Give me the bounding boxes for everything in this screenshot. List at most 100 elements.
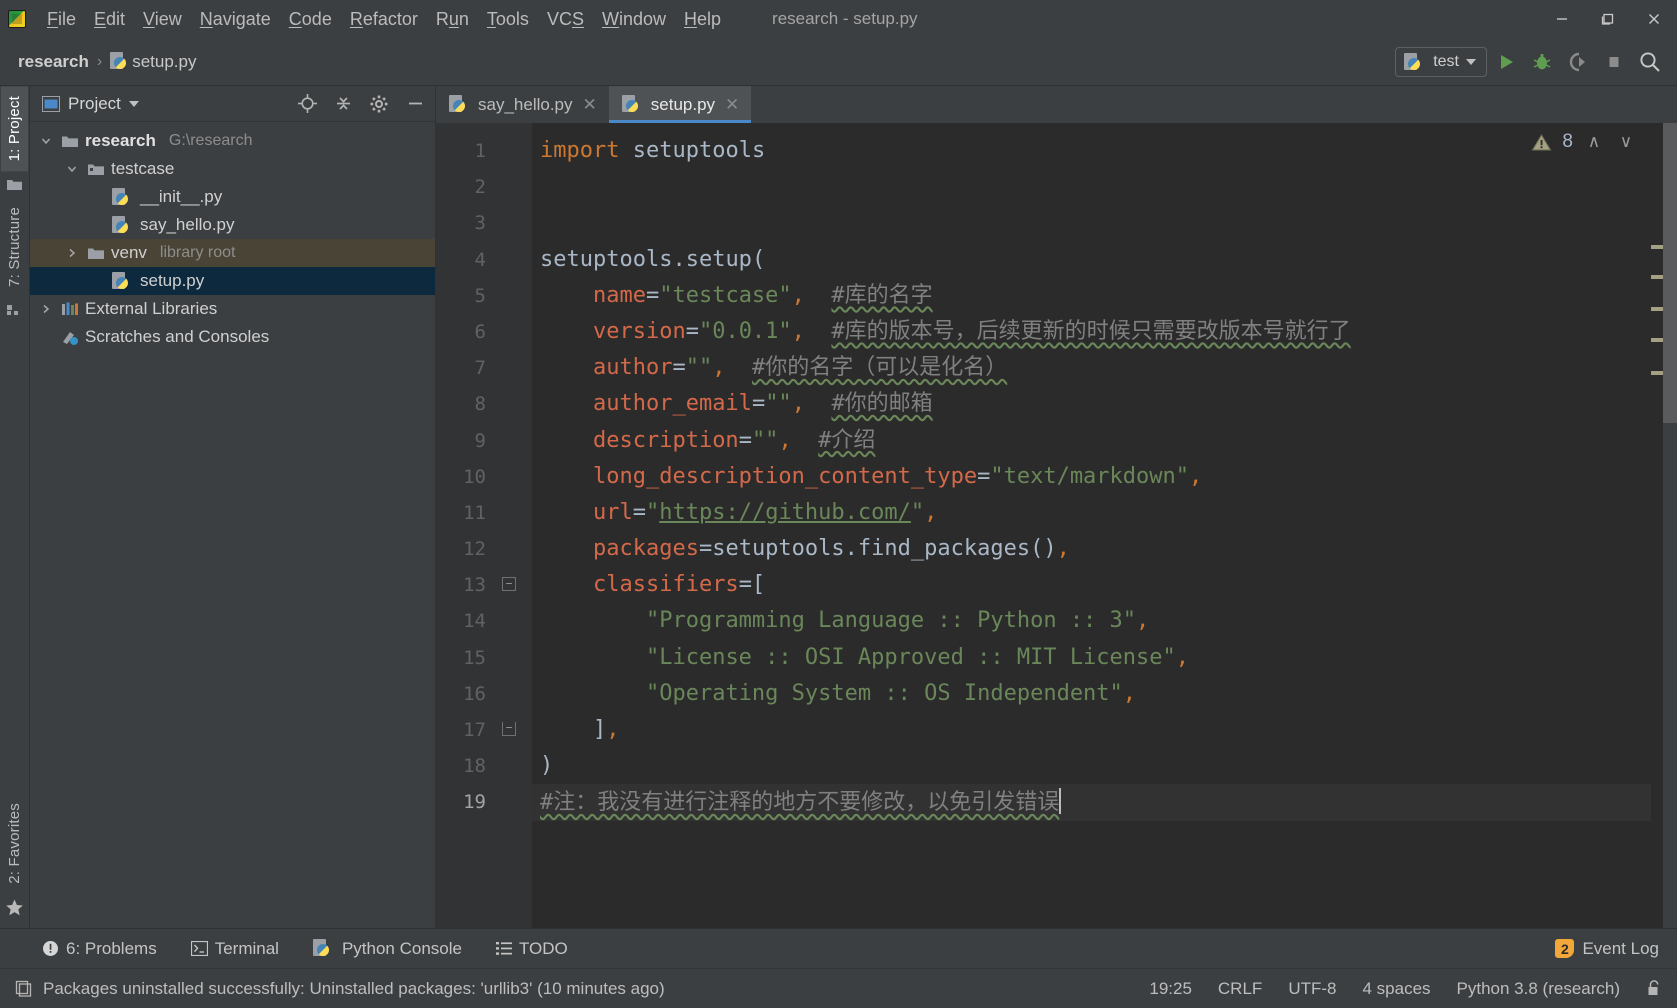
code-line[interactable]: url="https://github.com/",	[532, 495, 1651, 531]
line-number[interactable]: 13−	[436, 567, 532, 603]
line-number[interactable]: 11	[436, 495, 532, 531]
menu-item-vcs[interactable]: VCS	[538, 6, 593, 33]
python-interpreter[interactable]: Python 3.8 (research)	[1457, 979, 1620, 999]
tree-item-venv[interactable]: venv library root	[30, 239, 435, 267]
code-fold-icon[interactable]: −	[502, 577, 516, 592]
chevron-right-icon[interactable]	[38, 301, 54, 317]
chevron-down-icon[interactable]	[128, 100, 139, 107]
menu-item-window[interactable]: Window	[593, 6, 675, 33]
line-number[interactable]: 7	[436, 350, 532, 386]
code-line[interactable]	[532, 205, 1651, 241]
code-content[interactable]: import setuptools setuptools.setup( name…	[532, 123, 1651, 928]
tool-window-python-console[interactable]: Python Console	[309, 937, 466, 961]
line-number[interactable]: 5	[436, 278, 532, 314]
tree-item-init-py[interactable]: __init__.py	[30, 183, 435, 211]
tool-window-problems[interactable]: 6: Problems	[38, 937, 161, 961]
code-line[interactable]: "License :: OSI Approved :: MIT License"…	[532, 640, 1651, 676]
code-line[interactable]: import setuptools	[532, 133, 1651, 169]
folder-icon[interactable]	[0, 171, 30, 197]
next-problem-icon[interactable]: ∨	[1615, 132, 1637, 152]
close-icon[interactable]: ✕	[583, 95, 597, 115]
code-line[interactable]: long_description_content_type="text/mark…	[532, 459, 1651, 495]
code-line[interactable]: author_email="", #你的邮箱	[532, 386, 1651, 422]
unlocked-icon[interactable]	[1646, 979, 1663, 998]
code-line[interactable]: packages=setuptools.find_packages(),	[532, 531, 1651, 567]
breadcrumb-research[interactable]: research	[18, 52, 89, 72]
line-number[interactable]: 14	[436, 603, 532, 639]
menu-item-navigate[interactable]: Navigate	[191, 6, 280, 33]
close-icon[interactable]: ✕	[725, 95, 739, 115]
menu-item-help[interactable]: Help	[675, 6, 730, 33]
editor-tab-setup-py[interactable]: setup.py ✕	[608, 86, 752, 123]
code-line[interactable]: version="0.0.1", #库的版本号，后续更新的时候只需要改版本号就行…	[532, 314, 1651, 350]
code-line[interactable]: "Operating System :: OS Independent",	[532, 676, 1651, 712]
tree-item-external-libraries[interactable]: External Libraries	[30, 295, 435, 323]
line-number[interactable]: 17−	[436, 712, 532, 748]
code-line[interactable]: author="", #你的名字（可以是化名）	[532, 350, 1651, 386]
line-number[interactable]: 4	[436, 242, 532, 278]
sidebar-tab-favorites[interactable]: 2: Favorites	[1, 793, 28, 894]
menu-item-view[interactable]: View	[134, 6, 191, 33]
prev-problem-icon[interactable]: ∧	[1583, 132, 1605, 152]
line-number[interactable]: 18	[436, 748, 532, 784]
code-line[interactable]: setuptools.setup(	[532, 242, 1651, 278]
collapse-all-icon[interactable]	[329, 91, 357, 117]
tree-item-testcase[interactable]: testcase	[30, 155, 435, 183]
structure-icon[interactable]	[0, 297, 30, 323]
code-line[interactable]: name="testcase", #库的名字	[532, 278, 1651, 314]
chevron-down-icon[interactable]	[38, 133, 54, 149]
menu-item-tools[interactable]: Tools	[478, 6, 538, 33]
line-number[interactable]: 8	[436, 386, 532, 422]
status-message[interactable]: Packages uninstalled successfully: Unins…	[43, 979, 665, 999]
file-encoding[interactable]: UTF-8	[1288, 979, 1336, 999]
star-icon[interactable]	[0, 894, 30, 920]
code-line[interactable]: #注：我没有进行注释的地方不要修改，以免引发错误	[532, 784, 1651, 821]
project-tree[interactable]: research G:\research testcase __init__.py sa…	[30, 122, 435, 928]
tool-window-terminal[interactable]: Terminal	[187, 937, 283, 961]
locate-icon[interactable]	[293, 91, 321, 117]
menu-item-refactor[interactable]: Refactor	[341, 6, 427, 33]
search-everywhere-button[interactable]	[1633, 45, 1667, 79]
message-icon[interactable]	[14, 979, 33, 998]
line-number-gutter[interactable]: 1 2 3 4 5 6 7 8 9 10 11 12 13−14 15 16 17−18 19	[436, 123, 532, 928]
sidebar-tab-structure[interactable]: 7: Structure	[1, 197, 28, 297]
breadcrumb-setup-py[interactable]: setup.py	[132, 52, 196, 72]
menu-item-edit[interactable]: Edit	[85, 6, 134, 33]
maximize-button[interactable]	[1585, 0, 1631, 38]
tree-item-say-hello-py[interactable]: say_hello.py	[30, 211, 435, 239]
scrollbar-thumb[interactable]	[1663, 123, 1677, 423]
caret-position[interactable]: 19:25	[1149, 979, 1192, 999]
code-editor[interactable]: 1 2 3 4 5 6 7 8 9 10 11 12 13−14 15 16 17−18 19 import s…	[436, 123, 1677, 928]
code-line[interactable]: classifiers=[	[532, 567, 1651, 603]
inspection-widget[interactable]: 8 ∧ ∨	[1531, 131, 1637, 153]
line-number[interactable]: 1	[436, 133, 532, 169]
settings-gear-icon[interactable]	[365, 91, 393, 117]
code-line[interactable]: )	[532, 748, 1651, 784]
menu-item-file[interactable]: File	[38, 6, 85, 33]
code-line[interactable]: ],	[532, 712, 1651, 748]
editor-marker-bar[interactable]	[1651, 123, 1677, 928]
minimize-button[interactable]	[1539, 0, 1585, 38]
menu-item-code[interactable]: Code	[280, 6, 341, 33]
line-number[interactable]: 12	[436, 531, 532, 567]
debug-button[interactable]	[1525, 45, 1559, 79]
editor-tab-say-hello-py[interactable]: say_hello.py ✕	[436, 86, 609, 123]
chevron-down-icon[interactable]	[64, 161, 80, 177]
line-number[interactable]: 15	[436, 640, 532, 676]
code-fold-icon[interactable]: −	[502, 722, 516, 736]
event-log-button[interactable]: 2 Event Log	[1555, 939, 1659, 959]
sidebar-tab-project[interactable]: 1: Project	[1, 86, 28, 172]
menu-item-run[interactable]: Run	[427, 6, 478, 33]
run-button[interactable]	[1489, 45, 1523, 79]
line-number[interactable]: 9	[436, 423, 532, 459]
run-configuration-selector[interactable]: test	[1395, 47, 1487, 77]
run-with-coverage-button[interactable]	[1561, 45, 1595, 79]
chevron-right-icon[interactable]	[64, 245, 80, 261]
hide-panel-icon[interactable]	[401, 91, 429, 117]
line-separator[interactable]: CRLF	[1218, 979, 1262, 999]
line-number[interactable]: 10	[436, 459, 532, 495]
close-button[interactable]	[1631, 0, 1677, 38]
line-number[interactable]: 19	[436, 784, 532, 820]
code-line[interactable]	[532, 169, 1651, 205]
editor-scrollbar[interactable]	[1663, 123, 1677, 928]
